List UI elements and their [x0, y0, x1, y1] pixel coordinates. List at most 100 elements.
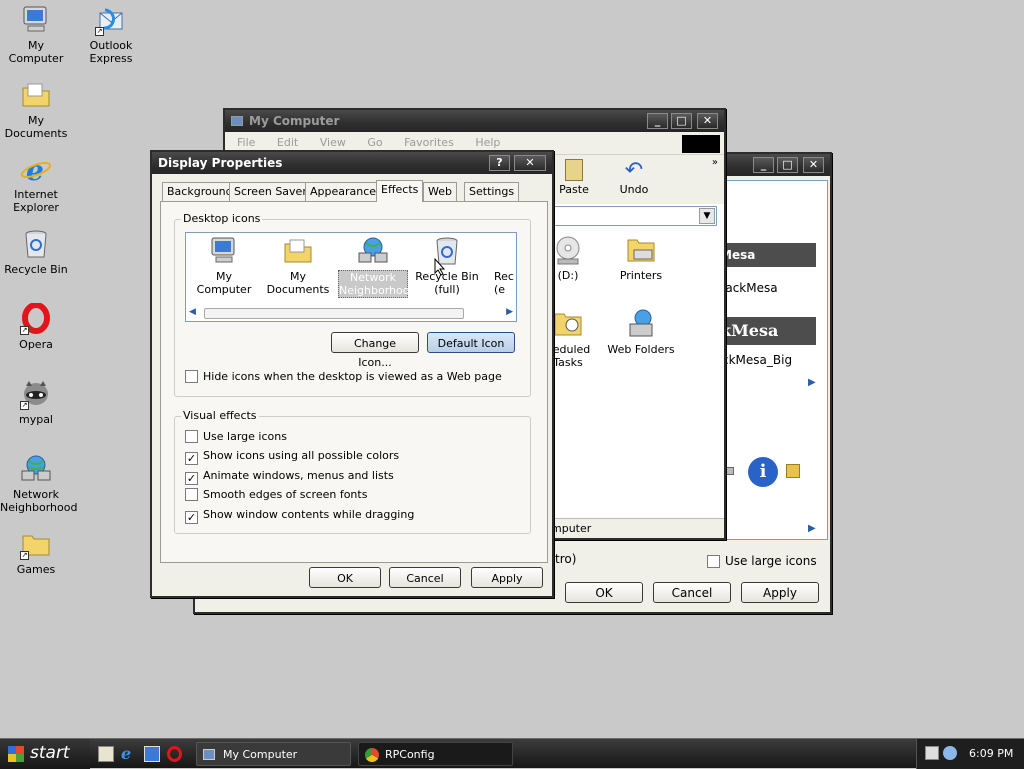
checkbox-box[interactable]	[185, 488, 198, 501]
checkbox-box[interactable]	[185, 370, 198, 383]
list-item-my-computer[interactable]: My Computer	[187, 235, 261, 296]
checkbox-checked-box[interactable]: ✓	[185, 472, 198, 485]
desktop-icon-network-neighborhood[interactable]: Network Neighborhood	[0, 453, 77, 514]
effects-tab-panel: Desktop icons My Computer My Documents N…	[160, 201, 548, 563]
quicklaunch-opera-icon[interactable]	[167, 746, 182, 762]
scheme-list[interactable]: Mesa lackMesa kMesa ckMesa_Big ▶ i a ▶	[715, 180, 828, 540]
scheme-header-2[interactable]: kMesa	[716, 317, 816, 345]
toolbar-overflow-icon[interactable]: »	[712, 157, 718, 168]
list-item-my-documents[interactable]: My Documents	[261, 235, 335, 296]
shortcut-arrow-icon: ↗	[20, 401, 29, 410]
use-large-icons-checkbox[interactable]: Use large icons	[185, 430, 287, 444]
ok-button[interactable]: OK	[309, 567, 381, 588]
right-arrow-icon[interactable]: ▶	[808, 523, 816, 534]
tab-background[interactable]: Background	[162, 182, 238, 202]
taskbar: start e My Computer RPConfig 6:09 PM	[0, 738, 1024, 769]
change-icon-button[interactable]: Change Icon...	[331, 332, 419, 369]
maximize-button[interactable]: □	[671, 113, 692, 129]
right-arrow-icon[interactable]: ▶	[808, 377, 816, 388]
web-folders-icon	[625, 308, 657, 340]
smooth-edges-checkbox[interactable]: Smooth edges of screen fonts	[185, 488, 367, 502]
desktop-icon-label: Outlook Express	[89, 39, 133, 65]
desktop-icon-opera[interactable]: ↗ Opera	[0, 302, 72, 351]
desktop-icon-games[interactable]: ↗ Games	[0, 528, 72, 576]
rear-apply-button[interactable]: Apply	[741, 582, 819, 603]
checkbox-label: Use large icons	[725, 554, 817, 568]
maximize-button[interactable]: □	[777, 157, 798, 173]
scroll-left-icon[interactable]: ◀	[189, 307, 196, 317]
tab-screen-saver[interactable]: Screen Saver	[229, 182, 312, 202]
tab-effects[interactable]: Effects	[376, 180, 424, 202]
rear-ok-button[interactable]: OK	[565, 582, 643, 603]
menu-edit[interactable]: Edit	[277, 136, 298, 149]
dropdown-arrow-icon[interactable]: ▼	[699, 208, 715, 224]
paste-button[interactable]: Paste	[553, 159, 595, 196]
help-button[interactable]: ?	[489, 155, 510, 171]
minimize-button[interactable]: _	[753, 157, 774, 173]
minimize-button[interactable]: _	[647, 113, 668, 129]
clock[interactable]: 6:09 PM	[969, 739, 1013, 768]
default-icon-button[interactable]: Default Icon	[427, 332, 515, 353]
tray-network-icon[interactable]	[925, 746, 939, 760]
cancel-button[interactable]: Cancel	[389, 567, 461, 588]
menu-go[interactable]: Go	[367, 136, 382, 149]
list-item-recycle-bin-empty[interactable]: Rec (e	[486, 235, 516, 296]
desktop-icon-recycle-bin[interactable]: Recycle Bin	[0, 228, 72, 276]
menu-favorites[interactable]: Favorites	[404, 136, 454, 149]
checkbox-checked-box[interactable]: ✓	[185, 511, 198, 524]
tab-appearance[interactable]: Appearance	[305, 182, 382, 202]
checkbox-box[interactable]	[185, 430, 198, 443]
close-button[interactable]: ✕	[803, 157, 824, 173]
close-button[interactable]: ✕	[697, 113, 718, 129]
task-my-computer[interactable]: My Computer	[196, 742, 351, 766]
menu-file[interactable]: File	[237, 136, 255, 149]
computer-icon	[231, 116, 243, 126]
animate-windows-checkbox[interactable]: ✓ Animate windows, menus and lists	[185, 469, 394, 485]
my-computer-titlebar[interactable]: My Computer _ □ ✕	[225, 110, 724, 132]
scrollbar-thumb[interactable]	[204, 308, 464, 319]
scheme-header-1[interactable]: Mesa	[716, 243, 816, 267]
scheme-name-1[interactable]: lackMesa	[722, 281, 778, 295]
apply-button[interactable]: Apply	[471, 567, 543, 588]
scroll-right-icon[interactable]: ▶	[506, 307, 513, 317]
hide-icons-checkbox[interactable]: Hide icons when the desktop is viewed as…	[185, 370, 502, 384]
desktop-icons-list[interactable]: My Computer My Documents Network Neighbo…	[185, 232, 517, 322]
web-folders-item[interactable]: Web Folders	[605, 308, 677, 356]
tab-web[interactable]: Web	[423, 182, 457, 202]
item-label: Printers	[619, 269, 663, 282]
desktop-icon-outlook-express[interactable]: ↗ Outlook Express	[75, 4, 147, 65]
menu-view[interactable]: View	[320, 136, 346, 149]
desktop-icon-my-computer[interactable]: My Computer	[0, 4, 72, 65]
list-item-recycle-bin-full[interactable]: Recycle Bin (full)	[410, 235, 484, 296]
task-rpconfig[interactable]: RPConfig	[358, 742, 513, 766]
desktop-icon-mypal[interactable]: ↗ mypal	[0, 378, 72, 426]
desktop-icon-internet-explorer[interactable]: e Internet Explorer	[0, 153, 72, 214]
close-button[interactable]: ✕	[514, 155, 546, 171]
checkbox-checked-box[interactable]: ✓	[185, 452, 198, 465]
item-label: Rec (e	[494, 270, 514, 296]
checkbox-box[interactable]	[707, 555, 720, 568]
desktop-icon-my-documents[interactable]: My Documents	[0, 79, 72, 140]
dialog-title: Display Properties	[158, 156, 283, 170]
all-colors-checkbox[interactable]: ✓ Show icons using all possible colors	[185, 449, 399, 465]
tab-settings[interactable]: Settings	[464, 182, 520, 202]
task-label: My Computer	[223, 748, 298, 761]
list-item-network-neighborhood[interactable]: Network Neighborhood	[336, 235, 416, 298]
printers-item[interactable]: Printers	[605, 234, 677, 282]
undo-button[interactable]: ↶ Undo	[611, 159, 657, 197]
display-properties-titlebar[interactable]: Display Properties ? ✕	[152, 152, 552, 174]
tray-volume-icon[interactable]	[943, 746, 957, 760]
computer-icon	[208, 235, 240, 267]
start-label: start	[30, 743, 70, 763]
scheme-name-2[interactable]: ckMesa_Big	[722, 353, 792, 367]
display-properties-dialog[interactable]: Display Properties ? ✕ Background Screen…	[150, 150, 554, 598]
window-contents-dragging-checkbox[interactable]: ✓ Show window contents while dragging	[185, 508, 414, 524]
use-large-icons-checkbox[interactable]: Use large icons	[707, 554, 817, 568]
rear-cancel-button[interactable]: Cancel	[653, 582, 731, 603]
menu-help[interactable]: Help	[475, 136, 500, 149]
quicklaunch-desktop-icon[interactable]	[98, 746, 114, 762]
quicklaunch-outlook-icon[interactable]	[144, 746, 160, 762]
horizontal-scrollbar[interactable]: ◀ ▶	[186, 306, 516, 321]
quicklaunch-ie-icon[interactable]: e	[121, 744, 131, 763]
start-button[interactable]: start	[0, 739, 90, 769]
